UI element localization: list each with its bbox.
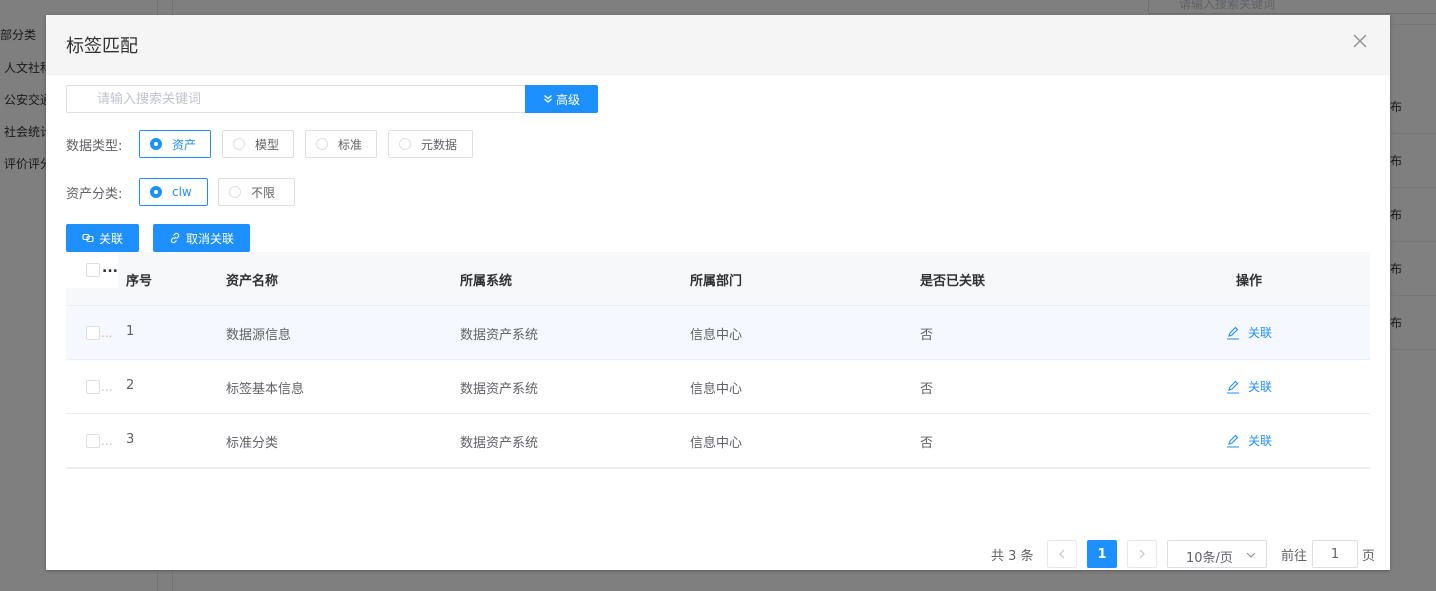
radio-label: 标准 [338,137,363,152]
cell-department: 信息中心 [690,382,743,397]
pager-goto-input[interactable] [1312,540,1358,568]
data-type-option-model[interactable]: 模型 [222,130,294,158]
edit-icon [1227,434,1239,448]
row-link-action[interactable]: 关联 [1226,324,1272,341]
cell-asset-name: 标签基本信息 [226,382,305,397]
cell-asset-name: 数据源信息 [226,328,292,343]
radio-label: 模型 [255,137,280,152]
row-link-label: 关联 [1248,326,1273,340]
data-type-option-asset[interactable]: 资产 [139,130,211,158]
row-link-label: 关联 [1248,434,1273,448]
header-department: 所属部门 [690,274,743,289]
row-link-label: 关联 [1248,380,1273,394]
select-all-checkbox[interactable] [86,263,100,277]
row-checkbox[interactable] [86,326,100,340]
cell-system: 数据资产系统 [460,382,539,397]
radio-label: clw [172,185,192,199]
chevron-down-icon [1246,552,1256,558]
advanced-button[interactable]: 高级 [525,85,598,113]
search-bar: 高级 [66,85,598,113]
table-row[interactable]: ... 1 数据源信息 数据资产系统 信息中心 否 关联 [66,306,1370,360]
close-icon[interactable] [1352,33,1368,49]
cell-index: 2 [126,378,135,393]
link-button[interactable]: 关联 [66,224,139,252]
radio-label: 不限 [251,185,276,200]
cell-department: 信息中心 [690,436,743,451]
asset-category-option-clw[interactable]: clw [139,178,208,206]
search-input[interactable] [66,85,525,113]
cell-asset-name: 标准分类 [226,436,279,451]
pager-next-button[interactable] [1127,540,1157,568]
header-index: 序号 [126,274,153,289]
edit-icon [1227,380,1239,394]
chevron-right-icon [1139,549,1145,559]
cell-linked: 否 [920,436,934,451]
dialog-header: 标签匹配 [46,15,1390,75]
header-operation: 操作 [1236,274,1263,289]
table-header: ... 序号 资产名称 所属系统 所属部门 是否已关联 操作 [66,252,1370,306]
cell-linked: 否 [920,382,934,397]
header-linked: 是否已关联 [920,274,986,289]
radio-dot-icon [399,138,411,150]
cell-linked: 否 [920,328,934,343]
radio-dot-icon [150,186,162,198]
header-system: 所属系统 [460,274,513,289]
row-check-ellipsis: ... [101,434,113,448]
pager-prev-button[interactable] [1047,540,1077,568]
header-check-ellipsis: ... [102,260,118,276]
pager-page-suffix: 页 [1362,549,1376,564]
row-checkbox[interactable] [86,434,100,448]
data-type-label: 数据类型: [66,139,123,154]
pager-total: 共 3 条 [991,549,1034,564]
header-asset-name: 资产名称 [226,274,279,289]
tag-match-dialog: 标签匹配 高级 数据类型: 资产 模型 标准 元数据 资产分类: [46,15,1390,570]
table-row[interactable]: ... 3 标准分类 数据资产系统 信息中心 否 关联 [66,414,1370,468]
data-type-option-metadata[interactable]: 元数据 [388,130,473,158]
radio-dot-icon [316,138,328,150]
page-size-value: 10条/页 [1186,551,1233,566]
unlink-icon [170,232,180,244]
radio-label: 元数据 [421,137,458,152]
link-icon [82,233,94,243]
dialog-title: 标签匹配 [66,36,138,57]
cell-index: 1 [126,324,135,339]
radio-dot-icon [229,186,241,198]
link-button-label: 关联 [98,231,123,246]
asset-table: ... 序号 资产名称 所属系统 所属部门 是否已关联 操作 ... 1 数据源… [66,252,1370,469]
table-bottom-border [66,468,1370,469]
asset-category-option-any[interactable]: 不限 [218,178,295,206]
table-row[interactable]: ... 2 标签基本信息 数据资产系统 信息中心 否 关联 [66,360,1370,414]
cell-department: 信息中心 [690,328,743,343]
advanced-button-label: 高级 [555,92,580,107]
double-chevron-down-icon [544,95,552,103]
pager-page-1[interactable]: 1 [1087,540,1117,568]
row-checkbox[interactable] [86,380,100,394]
cell-index: 3 [126,432,135,447]
row-link-action[interactable]: 关联 [1226,378,1272,395]
radio-dot-icon [150,138,162,150]
page-size-select[interactable]: 10条/页 [1167,540,1267,568]
row-link-action[interactable]: 关联 [1226,432,1272,449]
row-check-ellipsis: ... [101,326,113,340]
data-type-option-standard[interactable]: 标准 [305,130,377,158]
edit-icon [1227,326,1239,340]
cell-system: 数据资产系统 [460,328,539,343]
row-check-ellipsis: ... [101,380,113,394]
unlink-button[interactable]: 取消关联 [153,224,250,252]
unlink-button-label: 取消关联 [185,231,234,246]
radio-dot-icon [233,138,245,150]
cell-system: 数据资产系统 [460,436,539,451]
pager-goto-label: 前往 [1281,549,1308,564]
asset-category-label: 资产分类: [66,187,123,202]
radio-label: 资产 [172,137,197,152]
chevron-left-icon [1059,549,1065,559]
